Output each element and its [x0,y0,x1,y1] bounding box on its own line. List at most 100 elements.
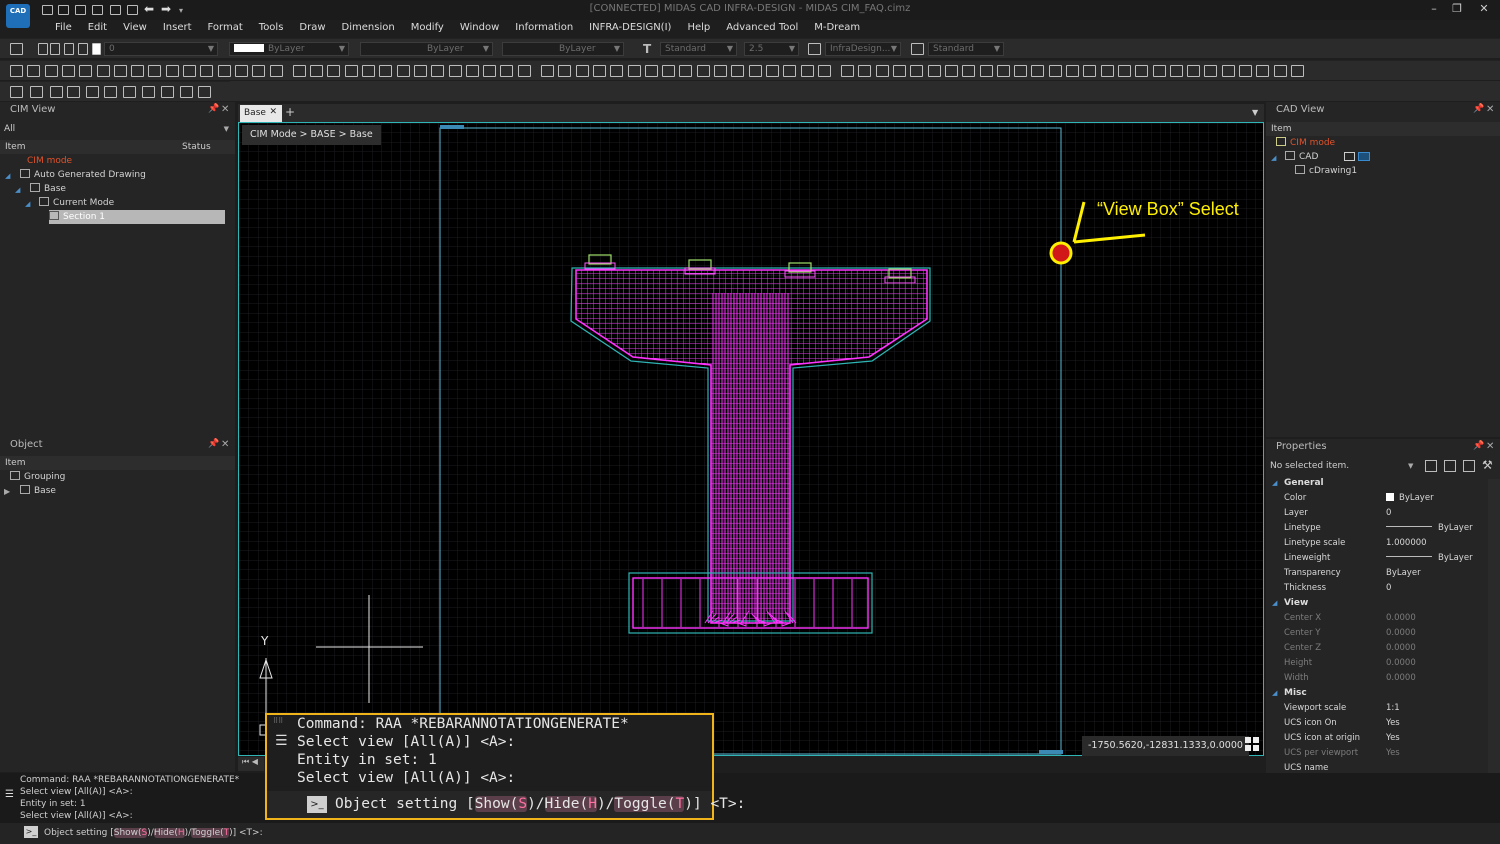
tool-icon[interactable] [200,65,214,77]
tree-item-grouping[interactable]: Grouping [10,470,65,484]
menu-view[interactable]: View [115,20,155,36]
table-style-select[interactable]: Standard ▼ [928,42,1004,56]
tool-icon[interactable] [962,65,976,77]
tool-icon[interactable] [996,65,1010,77]
tool-icon[interactable] [1117,65,1131,77]
linetype-select[interactable]: ByLayer ▼ [360,42,493,56]
property-row[interactable]: Center Y 0.0000 [1266,626,1486,641]
pin-icon[interactable]: 📌 [1473,441,1484,451]
snap-tool-icon[interactable] [30,86,43,98]
drawing-canvas[interactable]: Y “View Box” Select CIM Mode > BASE > Ba… [238,122,1264,756]
tool-icon[interactable] [858,65,872,77]
tree-item-cad[interactable]: CAD [1285,150,1318,164]
property-row[interactable]: Color ByLayer [1266,491,1486,506]
menu-help[interactable]: Help [679,20,718,36]
close-icon[interactable]: ✕ [221,439,229,450]
maximize-button[interactable]: ❐ [1447,2,1467,18]
tool-icon[interactable] [817,65,831,77]
tool-icon[interactable] [783,65,797,77]
select-objects-icon[interactable] [1444,460,1456,472]
text-style-select[interactable]: Standard ▼ [660,42,737,56]
layer-manager-icon[interactable] [10,43,23,55]
option-show[interactable]: Show(S [474,796,528,812]
property-row[interactable]: Layer 0 [1266,506,1486,521]
tool-icon[interactable] [1135,65,1149,77]
tool-icon[interactable] [592,65,606,77]
layer-on-icon[interactable] [38,43,48,55]
property-row[interactable]: UCS icon at origin Yes [1266,731,1486,746]
text-style-icon[interactable]: T [643,42,651,56]
property-category-view[interactable]: ◢ View [1266,596,1486,610]
grid-view-icon[interactable] [1245,737,1259,751]
option-toggle[interactable]: Toggle(T [191,828,230,838]
dim-style-select[interactable]: InfraDesign... ▼ [825,42,901,56]
property-row[interactable]: Lineweight ByLayer [1266,551,1486,566]
close-button[interactable]: ✕ [1474,2,1494,18]
tool-icon[interactable] [217,65,231,77]
tool-icon[interactable] [875,65,889,77]
pin-icon[interactable]: 📌 [208,104,219,114]
option-hide[interactable]: Hide(H [544,796,597,812]
menu-infra-design[interactable]: INFRA-DESIGN(I) [581,20,679,36]
snap-tool-icon[interactable] [123,86,136,98]
tool-icon[interactable] [148,65,162,77]
tool-icon[interactable] [292,65,306,77]
tree-item-base[interactable]: Base [30,182,66,196]
layout-nav-buttons[interactable]: ⏮ ◀ [238,757,264,771]
layer-plot-icon[interactable] [78,43,88,55]
close-icon[interactable]: ✕ [1486,104,1494,115]
tree-item-cim-mode[interactable]: CIM mode [1276,136,1335,150]
tool-icon[interactable] [541,65,554,77]
tool-icon[interactable] [183,65,196,77]
text-size-select[interactable]: 2.5 ▼ [744,42,799,56]
tool-icon[interactable] [27,65,41,77]
tool-icon[interactable] [310,65,324,77]
table-style-icon[interactable] [911,43,924,55]
tool-icon[interactable] [1273,65,1287,77]
tool-icon[interactable] [344,65,358,77]
command-menu-icon[interactable]: ☰ [275,733,288,749]
expand-triangle-icon[interactable]: ◢ [1271,154,1276,162]
tool-icon[interactable] [979,65,993,77]
pin-icon[interactable]: 📌 [1473,104,1484,114]
menu-draw[interactable]: Draw [291,20,333,36]
option-show[interactable]: Show(S [113,828,148,838]
property-row[interactable]: Width 0.0000 [1266,671,1486,686]
property-row[interactable]: UCS icon On Yes [1266,716,1486,731]
property-row[interactable]: Center Z 0.0000 [1266,641,1486,656]
menu-window[interactable]: Window [452,20,507,36]
view-box-grip[interactable] [440,125,464,129]
menu-modify[interactable]: Modify [403,20,452,36]
property-row[interactable]: Linetype scale 1.000000 [1266,536,1486,551]
cim-view-filter-select[interactable]: All ▼ [0,122,235,137]
property-row[interactable]: UCS per viewport Yes [1266,746,1486,761]
tool-icon[interactable] [731,65,745,77]
tool-icon[interactable] [465,65,479,77]
selection-select[interactable]: No selected item. ▼ [1266,459,1416,474]
command-menu-icon[interactable]: ☰ [5,789,14,800]
layer-color-swatch-icon[interactable] [92,43,101,55]
redo-icon[interactable]: ➡ [161,2,171,16]
property-row[interactable]: Thickness 0 [1266,581,1486,596]
open-folder-icon[interactable] [58,5,69,15]
zoomed-command-input[interactable]: >_ Object setting [Show(S)/Hide(H)/Toggl… [267,791,745,818]
menu-advanced-tool[interactable]: Advanced Tool [718,20,806,36]
snap-tool-icon[interactable] [142,86,155,98]
lineweight-select[interactable]: ByLayer ▼ [502,42,624,56]
tool-icon[interactable] [1066,65,1079,77]
paper-space-icon[interactable] [1358,152,1370,161]
tool-icon[interactable] [1100,65,1114,77]
tool-icon[interactable] [61,65,75,77]
expand-triangle-icon[interactable]: ◢ [25,200,30,208]
tool-icon[interactable] [910,65,924,77]
tool-icon[interactable] [610,65,624,77]
properties-scrollbar[interactable] [1488,479,1500,773]
tree-item-cim-mode[interactable]: CIM mode [27,154,72,168]
customize-quick-access-icon[interactable]: ▾ [179,6,183,15]
tool-icon[interactable] [1048,65,1062,77]
save-icon[interactable] [75,5,86,15]
property-row[interactable]: Height 0.0000 [1266,656,1486,671]
tool-icon[interactable] [79,65,93,77]
tool-icon[interactable] [1014,65,1028,77]
properties-tool-icon[interactable]: ⚒ [1482,458,1493,472]
